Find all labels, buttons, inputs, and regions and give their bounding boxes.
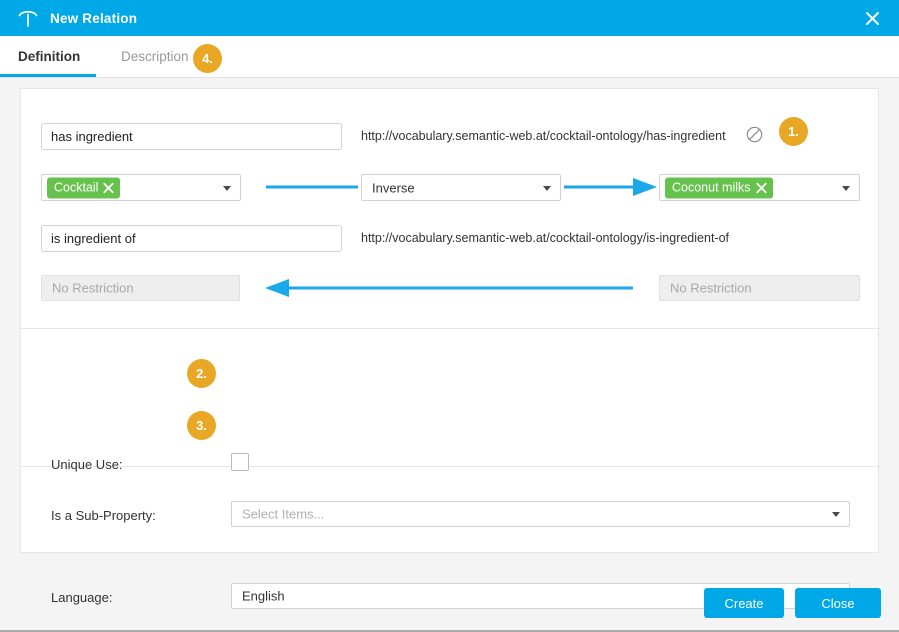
section-divider [21, 466, 880, 467]
forward-relation-arrow [266, 178, 657, 196]
unique-use-checkbox[interactable] [231, 453, 249, 471]
relation-uri-text: http://vocabulary.semantic-web.at/cockta… [361, 129, 726, 143]
inverse-uri-text: http://vocabulary.semantic-web.at/cockta… [361, 231, 729, 245]
create-button[interactable]: Create [704, 588, 784, 618]
annotation-badge-1: 1. [779, 117, 808, 146]
tab-bar: Definition Description [0, 36, 899, 78]
definition-panel: http://vocabulary.semantic-web.at/cockta… [20, 88, 880, 609]
annotation-badge-4: 4. [193, 44, 222, 73]
inverse-relation-arrow [265, 279, 633, 297]
close-button[interactable]: Close [795, 588, 881, 618]
sub-property-label: Is a Sub-Property: [51, 508, 156, 523]
sub-property-select[interactable]: Select Items... [231, 501, 850, 527]
inverse-label-input[interactable] [41, 225, 342, 252]
chevron-down-icon [832, 512, 840, 517]
window-title: New Relation [50, 10, 138, 26]
section-divider [21, 328, 880, 329]
window-title-bar: New Relation [0, 0, 899, 36]
language-value: English [242, 588, 285, 604]
close-icon[interactable] [845, 0, 899, 36]
unique-use-label: Unique Use: [51, 457, 123, 472]
language-label: Language: [51, 590, 113, 605]
no-edit-circle-slash-icon [746, 126, 763, 148]
sub-property-placeholder: Select Items... [242, 506, 325, 522]
tab-definition[interactable]: Definition [0, 36, 97, 77]
poolparty-t-icon [14, 0, 42, 36]
annotation-badge-2: 2. [187, 359, 216, 388]
annotation-badge-3: 3. [187, 411, 216, 440]
relation-label-input[interactable] [41, 123, 342, 150]
new-relation-dialog: New Relation Definition Description 4. h… [0, 0, 899, 632]
tab-description[interactable]: Description [117, 36, 193, 77]
